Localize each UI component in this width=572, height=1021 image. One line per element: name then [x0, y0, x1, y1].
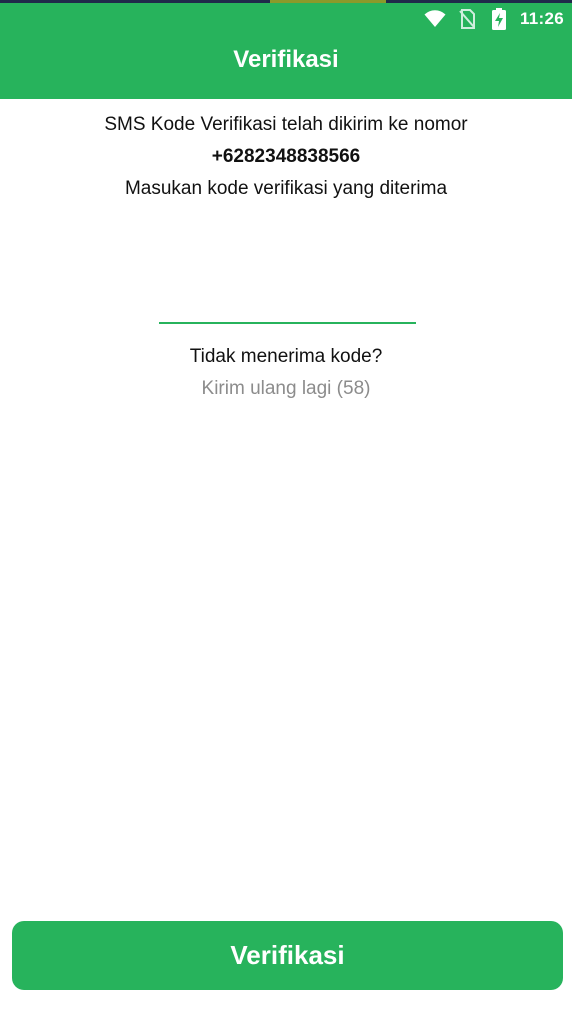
verify-button[interactable]: Verifikasi [12, 921, 563, 990]
enter-code-instruction: Masukan kode verifikasi yang diterima [124, 178, 448, 199]
battery-charging-icon [488, 8, 510, 30]
phone-number: +6282348838566 [211, 146, 361, 167]
verification-screen: 11:26 Verifikasi SMS Kode Verifikasi tel… [0, 0, 572, 1021]
top-edge-accent [270, 0, 386, 3]
sms-sent-message: SMS Kode Verifikasi telah dikirim ke nom… [104, 114, 468, 135]
wifi-icon [424, 8, 446, 30]
status-time: 11:26 [519, 9, 564, 28]
status-bar: 11:26 [424, 6, 564, 32]
app-header: 11:26 Verifikasi [0, 0, 572, 99]
resend-code-link[interactable]: Kirim ulang lagi (58) [0, 378, 572, 400]
no-sim-icon [456, 8, 478, 30]
page-title: Verifikasi [233, 46, 339, 73]
verification-code-input[interactable] [159, 270, 416, 324]
no-code-question: Tidak menerima kode? [189, 346, 383, 367]
